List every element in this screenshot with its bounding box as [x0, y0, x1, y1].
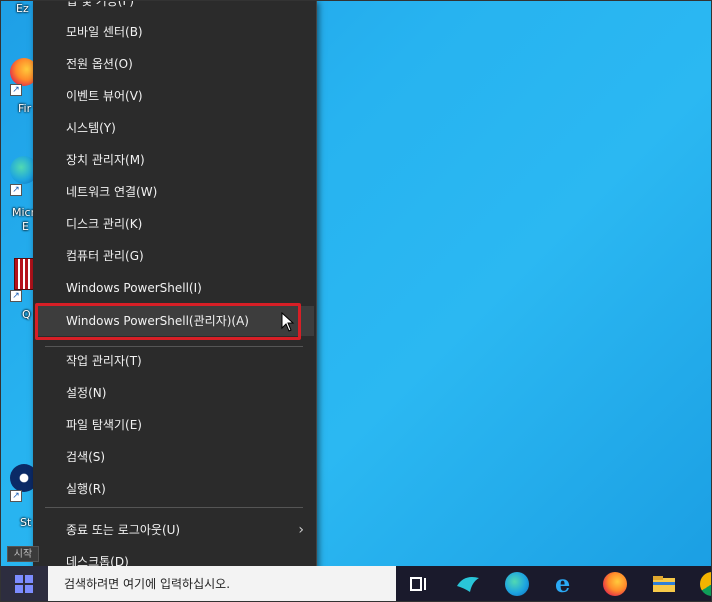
- menu-item-mobility-center[interactable]: 모바일 센터(B): [33, 17, 314, 47]
- shortcut-arrow-icon: ↗: [10, 490, 22, 502]
- internet-explorer-icon[interactable]: e: [553, 570, 581, 598]
- winx-context-menu: 앱 및 기능(F) 모바일 센터(B) 전원 옵션(O) 이벤트 뷰어(V) 시…: [33, 0, 317, 588]
- menu-item-device-manager[interactable]: 장치 관리자(M): [33, 145, 314, 175]
- menu-item-file-explorer[interactable]: 파일 탐색기(E): [33, 410, 314, 440]
- chrome-icon[interactable]: [698, 570, 712, 598]
- menu-item-disk-management[interactable]: 디스크 관리(K): [33, 209, 314, 239]
- menu-item-power-options[interactable]: 전원 옵션(O): [33, 49, 314, 79]
- menu-item-powershell[interactable]: Windows PowerShell(I): [33, 273, 314, 303]
- firefox-taskbar-icon[interactable]: [601, 570, 629, 598]
- windows-logo-icon: [15, 575, 33, 593]
- desktop-icon-st[interactable]: ↗ St: [0, 460, 38, 530]
- chevron-right-icon: ›: [298, 522, 304, 538]
- taskbar-search-box[interactable]: 검색하려면 여기에 입력하십시오.: [48, 566, 396, 602]
- start-tooltip: 시작: [7, 546, 39, 562]
- task-view-icon[interactable]: [405, 570, 433, 598]
- menu-item-task-manager[interactable]: 작업 관리자(T): [33, 346, 314, 376]
- file-explorer-icon[interactable]: [650, 570, 678, 598]
- desktop-icon-edge[interactable]: ↗ Micr E: [0, 150, 38, 240]
- edge-taskbar-icon[interactable]: [503, 570, 531, 598]
- menu-item-settings[interactable]: 설정(N): [33, 378, 314, 408]
- desktop-icon-caption: Fir: [18, 102, 32, 115]
- shortcut-arrow-icon: ↗: [10, 290, 22, 302]
- mouse-cursor-icon: [281, 312, 295, 332]
- menu-item-network-connections[interactable]: 네트워크 연결(W): [33, 177, 314, 207]
- desktop-icon-caption: Q: [22, 308, 31, 321]
- menu-item-run[interactable]: 실행(R): [33, 474, 314, 504]
- menu-item-system[interactable]: 시스템(Y): [33, 113, 314, 143]
- desktop-icon-caption: Micr: [12, 206, 36, 219]
- menu-item-apps-features[interactable]: 앱 및 기능(F): [33, 0, 314, 16]
- start-button[interactable]: [0, 566, 48, 602]
- menu-item-label: 종료 또는 로그아웃(U): [66, 523, 181, 537]
- shortcut-arrow-icon: ↗: [10, 184, 22, 196]
- shortcut-arrow-icon: ↗: [10, 84, 22, 96]
- desktop-icon-caption: E: [22, 220, 29, 233]
- app-bird-icon[interactable]: [454, 570, 482, 598]
- highlight-box: [35, 303, 301, 340]
- desktop-icon-caption: Ez: [16, 2, 29, 15]
- menu-item-search[interactable]: 검색(S): [33, 442, 314, 472]
- desktop-icon-firefox[interactable]: ↗ Fir: [0, 52, 38, 122]
- menu-item-event-viewer[interactable]: 이벤트 뷰어(V): [33, 81, 314, 111]
- desktop-icon-q[interactable]: ↗ Q: [0, 254, 36, 324]
- menu-item-computer-management[interactable]: 컴퓨터 관리(G): [33, 241, 314, 271]
- menu-item-shutdown-signout[interactable]: 종료 또는 로그아웃(U) ›: [33, 515, 314, 545]
- desktop-icon-caption: St: [20, 516, 32, 529]
- menu-separator: [45, 507, 303, 508]
- desktop-icon-ez[interactable]: Ez: [0, 0, 36, 20]
